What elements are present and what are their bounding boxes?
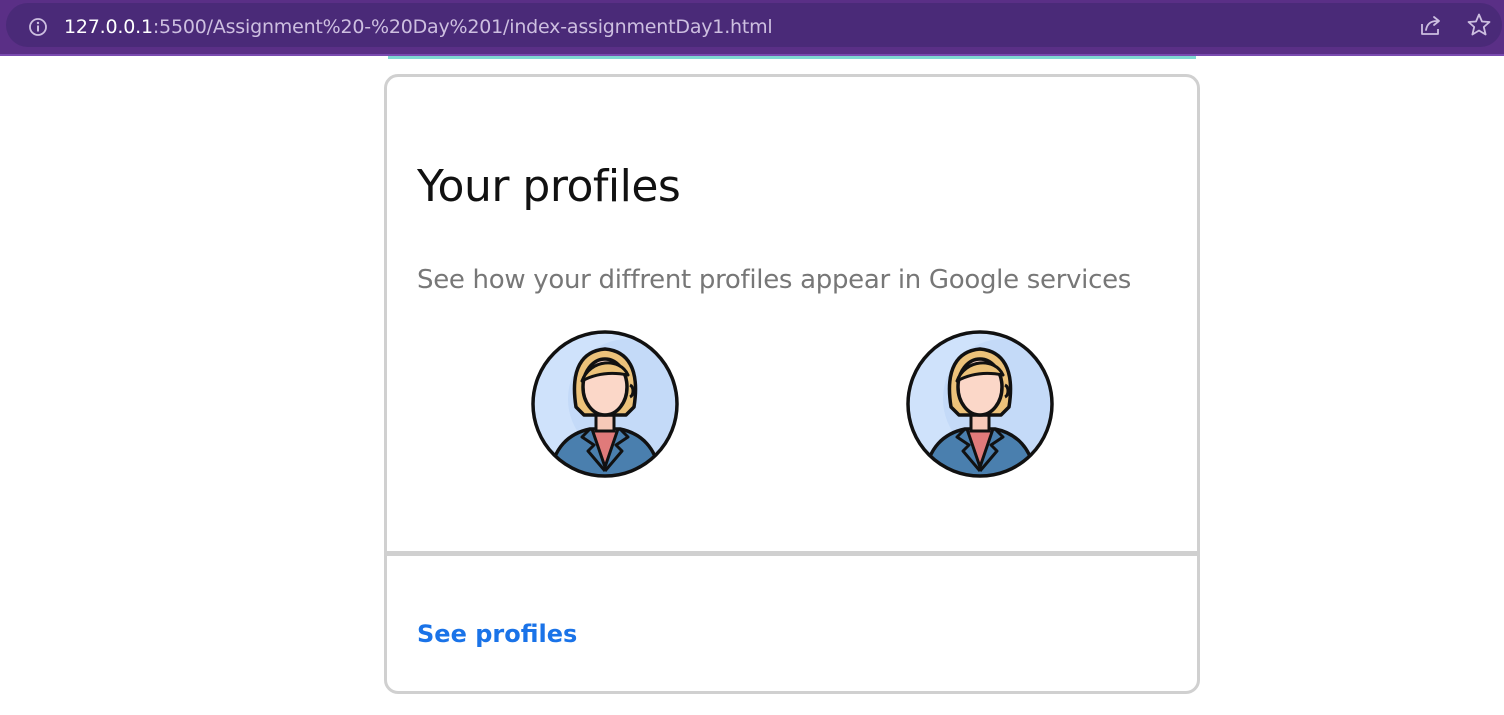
female-avatar-icon bbox=[906, 330, 1054, 478]
url-path: :5500/Assignment%20-%20Day%201/index-ass… bbox=[152, 16, 773, 38]
profiles-card: Your profiles See how your diffrent prof… bbox=[384, 74, 1200, 694]
browser-toolbar: 127.0.0.1:5500/Assignment%20-%20Day%201/… bbox=[0, 0, 1504, 56]
address-bar[interactable]: 127.0.0.1:5500/Assignment%20-%20Day%201/… bbox=[6, 3, 1502, 47]
url-text[interactable]: 127.0.0.1:5500/Assignment%20-%20Day%201/… bbox=[64, 15, 773, 39]
card-divider bbox=[387, 551, 1197, 556]
see-profiles-link[interactable]: See profiles bbox=[417, 617, 577, 651]
url-host: 127.0.0.1 bbox=[64, 16, 153, 38]
star-icon[interactable] bbox=[1466, 12, 1492, 38]
info-icon[interactable] bbox=[28, 17, 48, 37]
top-accent-line bbox=[388, 56, 1196, 59]
card-title: Your profiles bbox=[417, 161, 681, 212]
share-icon[interactable] bbox=[1418, 12, 1444, 38]
female-avatar-icon bbox=[531, 330, 679, 478]
card-subtitle: See how your diffrent profiles appear in… bbox=[417, 265, 1132, 295]
